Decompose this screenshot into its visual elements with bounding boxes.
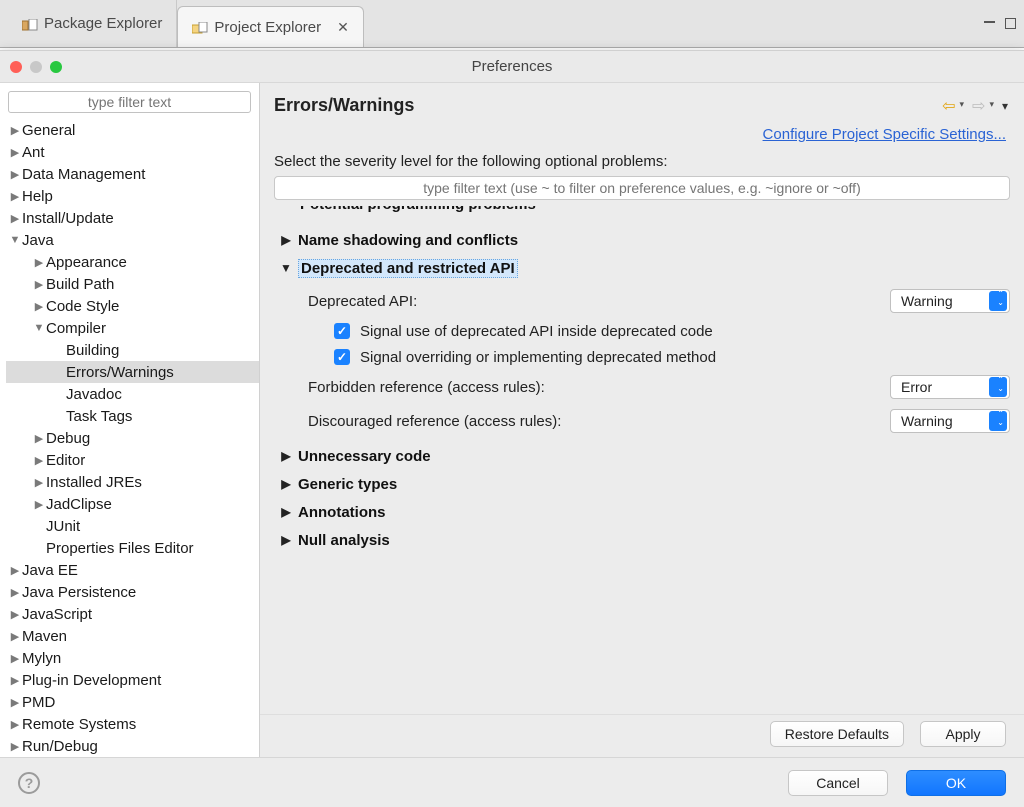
tree-item-plugin-dev[interactable]: ▶Plug-in Development <box>6 669 259 691</box>
tree-item-jadclipse[interactable]: ▶JadClipse <box>6 493 259 515</box>
group-annotations[interactable]: ▶Annotations <box>274 498 1010 526</box>
severity-instruction: Select the severity level for the follow… <box>260 153 1024 176</box>
back-icon[interactable]: ⇦ <box>942 96 955 116</box>
deprecated-api-label: Deprecated API: <box>308 293 890 310</box>
signal-inside-checkbox-row[interactable]: ✓ Signal use of deprecated API inside de… <box>308 318 1010 344</box>
tree-item-run-debug[interactable]: ▶Run/Debug <box>6 735 259 757</box>
tree-item-java[interactable]: ▼Java <box>6 229 259 251</box>
tree-item-install-update[interactable]: ▶Install/Update <box>6 207 259 229</box>
forward-menu-caret[interactable]: ▾ <box>989 99 994 110</box>
tree-item-general[interactable]: ▶General <box>6 119 259 141</box>
group-null-analysis[interactable]: ▶Null analysis <box>274 526 1010 554</box>
tree-item-installed-jres[interactable]: ▶Installed JREs <box>6 471 259 493</box>
tab-project-explorer[interactable]: Project Explorer ✕ <box>177 6 363 47</box>
configure-project-link[interactable]: Configure Project Specific Settings... <box>763 126 1006 143</box>
forbidden-ref-label: Forbidden reference (access rules): <box>308 379 890 396</box>
checkbox-label: Signal overriding or implementing deprec… <box>360 349 716 366</box>
tree-item-ant[interactable]: ▶Ant <box>6 141 259 163</box>
severity-filter-input[interactable] <box>274 176 1010 200</box>
tree-item-junit[interactable]: JUnit <box>6 515 259 537</box>
deprecated-section: Deprecated API: Warning ✓ Signal use of … <box>274 282 1010 442</box>
preferences-dialog: Preferences ▶General ▶Ant ▶Data Manageme… <box>0 50 1024 807</box>
checkbox-label: Signal use of deprecated API inside depr… <box>360 323 713 340</box>
tree-item-java-persistence[interactable]: ▶Java Persistence <box>6 581 259 603</box>
tree-item-maven[interactable]: ▶Maven <box>6 625 259 647</box>
nav-filter-input[interactable] <box>8 91 251 113</box>
settings-scroll-area[interactable]: Potential programming problems ▶Name sha… <box>274 206 1010 708</box>
preferences-nav: ▶General ▶Ant ▶Data Management ▶Help ▶In… <box>0 83 260 757</box>
tree-item-javascript[interactable]: ▶JavaScript <box>6 603 259 625</box>
back-menu-caret[interactable]: ▾ <box>960 99 965 110</box>
page-button-row: Restore Defaults Apply <box>260 714 1024 757</box>
tree-item-java-ee[interactable]: ▶Java EE <box>6 559 259 581</box>
dialog-footer: ? Cancel OK <box>0 757 1024 807</box>
group-unnecessary-code[interactable]: ▶Unnecessary code <box>274 442 1010 470</box>
restore-defaults-button[interactable]: Restore Defaults <box>770 721 904 747</box>
tree-item-building[interactable]: Building <box>6 339 259 361</box>
preferences-tree[interactable]: ▶General ▶Ant ▶Data Management ▶Help ▶In… <box>0 117 259 757</box>
view-menu-icon[interactable]: ▾ <box>1002 99 1008 113</box>
help-icon[interactable]: ? <box>18 772 40 794</box>
signal-override-checkbox-row[interactable]: ✓ Signal overriding or implementing depr… <box>308 344 1010 370</box>
tree-item-editor[interactable]: ▶Editor <box>6 449 259 471</box>
tree-item-remote-systems[interactable]: ▶Remote Systems <box>6 713 259 735</box>
cancel-button[interactable]: Cancel <box>788 770 888 796</box>
checkbox-checked-icon[interactable]: ✓ <box>334 349 350 365</box>
package-explorer-icon <box>22 18 38 30</box>
apply-button[interactable]: Apply <box>920 721 1006 747</box>
deprecated-api-select[interactable]: Warning <box>890 289 1010 313</box>
tree-item-task-tags[interactable]: Task Tags <box>6 405 259 427</box>
close-icon[interactable]: ✕ <box>337 19 349 36</box>
dialog-title: Preferences <box>0 58 1024 75</box>
maximize-icon[interactable] <box>1005 18 1016 29</box>
checkbox-checked-icon[interactable]: ✓ <box>334 323 350 339</box>
tree-item-appearance[interactable]: ▶Appearance <box>6 251 259 273</box>
group-name-shadowing[interactable]: ▶Name shadowing and conflicts <box>274 226 1010 254</box>
eclipse-tab-bar: Package Explorer Project Explorer ✕ <box>0 0 1024 48</box>
tree-item-javadoc[interactable]: Javadoc <box>6 383 259 405</box>
tree-item-pmd[interactable]: ▶PMD <box>6 691 259 713</box>
group-potential-problems[interactable]: Potential programming problems <box>274 206 1010 226</box>
tab-package-explorer[interactable]: Package Explorer <box>8 0 177 47</box>
dialog-titlebar: Preferences <box>0 51 1024 83</box>
tab-label: Package Explorer <box>44 15 162 32</box>
project-explorer-icon <box>192 21 208 33</box>
minimize-icon[interactable] <box>984 21 995 23</box>
forward-icon[interactable]: ⇨ <box>972 96 985 116</box>
minimize-maximize-controls <box>984 0 1016 47</box>
tab-label: Project Explorer <box>214 19 321 36</box>
tree-item-help[interactable]: ▶Help <box>6 185 259 207</box>
discouraged-ref-label: Discouraged reference (access rules): <box>308 413 890 430</box>
tree-item-errors-warnings[interactable]: Errors/Warnings <box>6 361 259 383</box>
page-title: Errors/Warnings <box>274 95 414 116</box>
tree-item-build-path[interactable]: ▶Build Path <box>6 273 259 295</box>
discouraged-ref-select[interactable]: Warning <box>890 409 1010 433</box>
tree-item-code-style[interactable]: ▶Code Style <box>6 295 259 317</box>
forbidden-ref-select[interactable]: Error <box>890 375 1010 399</box>
preferences-page: Errors/Warnings ⇦ ▾ ⇨ ▾ ▾ Configure Projec… <box>260 83 1024 757</box>
ok-button[interactable]: OK <box>906 770 1006 796</box>
tree-item-data-management[interactable]: ▶Data Management <box>6 163 259 185</box>
tree-item-properties-editor[interactable]: Properties Files Editor <box>6 537 259 559</box>
tree-item-compiler[interactable]: ▼Compiler <box>6 317 259 339</box>
group-generic-types[interactable]: ▶Generic types <box>274 470 1010 498</box>
tree-item-debug[interactable]: ▶Debug <box>6 427 259 449</box>
group-deprecated-api[interactable]: ▼Deprecated and restricted API <box>274 254 1010 282</box>
tree-item-mylyn[interactable]: ▶Mylyn <box>6 647 259 669</box>
